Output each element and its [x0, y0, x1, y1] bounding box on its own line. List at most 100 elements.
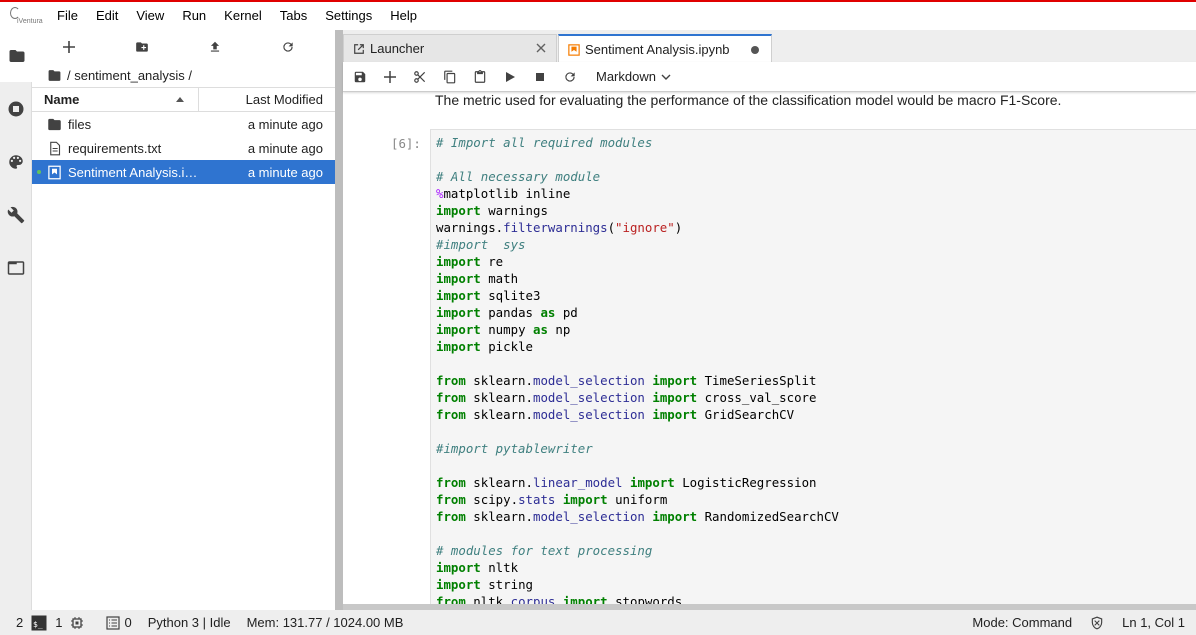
file-row-notebook[interactable]: Sentiment Analysis.ipynb a minute ago — [32, 160, 335, 184]
sort-ascending-icon — [176, 97, 184, 102]
property-inspector-tab[interactable] — [0, 189, 32, 241]
file-name: requirements.txt — [68, 140, 162, 156]
code-editor[interactable]: # Import all required modules # All nece… — [430, 129, 1196, 606]
palette-icon — [9, 155, 23, 169]
copy-button[interactable] — [435, 62, 465, 92]
file-list: files a minute ago requirements.txt a mi… — [32, 112, 335, 184]
launcher-icon — [354, 43, 364, 54]
panel-splitter[interactable] — [335, 30, 343, 610]
upload-button[interactable] — [178, 30, 251, 63]
open-tabs-tab[interactable] — [0, 242, 32, 294]
refresh-icon — [282, 41, 293, 52]
kernels-count[interactable]: 1 — [55, 615, 84, 630]
tab-label: Sentiment Analysis.ipynb — [585, 42, 730, 57]
code-text: # Import all required modules # All nece… — [436, 135, 839, 606]
memory-usage: Mem: 131.77 / 1024.00 MB — [246, 615, 404, 630]
save-button[interactable] — [345, 62, 375, 92]
activity-bar — [0, 30, 33, 610]
last-modified-column-header[interactable]: Last Modified — [199, 92, 335, 107]
menu-tabs[interactable]: Tabs — [271, 2, 316, 30]
paste-button[interactable] — [465, 62, 495, 92]
cut-button[interactable] — [405, 62, 435, 92]
cell-type-label: Markdown — [596, 69, 656, 84]
terminals-count[interactable]: 2 $_ — [16, 615, 47, 631]
running-icon — [8, 101, 24, 117]
file-modified: a minute ago — [247, 140, 323, 156]
notebook-content: The metric used for evaluating the perfo… — [343, 92, 1196, 606]
paste-icon — [474, 69, 486, 83]
app-logo: iVentura — [0, 2, 48, 30]
upload-icon — [210, 41, 219, 52]
command-palette-tab[interactable] — [0, 136, 32, 188]
plus-icon — [62, 40, 75, 53]
running-indicator — [37, 170, 41, 174]
unsaved-indicator-icon[interactable] — [751, 46, 759, 54]
notebook-mode: Mode: Command — [972, 615, 1073, 630]
tab-notebook[interactable]: Sentiment Analysis.ipynb — [558, 34, 772, 63]
markdown-cell-output: The metric used for evaluating the perfo… — [435, 92, 1062, 108]
interrupt-button[interactable] — [525, 62, 555, 92]
insert-cell-button[interactable] — [375, 62, 405, 92]
list-icon — [106, 615, 121, 630]
file-row-requirements[interactable]: requirements.txt a minute ago — [32, 136, 335, 160]
execution-prompt: [6]: — [391, 136, 421, 151]
menu-run[interactable]: Run — [173, 2, 215, 30]
run-button[interactable] — [495, 62, 525, 92]
terminal-icon: $_ — [31, 615, 47, 630]
copy-icon — [444, 70, 456, 83]
name-column-header[interactable]: Name — [32, 88, 199, 111]
wrench-icon — [7, 206, 25, 224]
new-folder-button[interactable] — [105, 30, 178, 63]
kernel-status[interactable]: Python 3 | Idle — [148, 615, 231, 630]
tab-bar: Launcher Sentiment Analysis.ipynb — [343, 30, 1196, 63]
folder-icon — [47, 118, 61, 130]
file-modified: a minute ago — [247, 164, 323, 180]
restart-button[interactable] — [555, 62, 585, 92]
play-icon — [506, 71, 515, 82]
cell-type-dropdown[interactable]: Markdown — [596, 69, 671, 84]
notebook-icon — [47, 165, 61, 179]
file-name: files — [68, 116, 92, 132]
file-browser-toolbar — [32, 30, 335, 63]
scissors-icon — [414, 70, 426, 83]
notebook-toolbar: Markdown — [343, 62, 1196, 92]
logo-text: iVentura — [17, 18, 43, 25]
log-console-indicator[interactable]: 0 — [106, 615, 132, 630]
file-modified: a minute ago — [247, 116, 323, 132]
tabs-icon — [7, 261, 25, 275]
menu-view[interactable]: View — [127, 2, 173, 30]
folder-icon[interactable] — [47, 69, 62, 82]
chevron-down-icon — [661, 74, 671, 80]
file-row-files[interactable]: files a minute ago — [32, 112, 335, 136]
tab-label: Launcher — [370, 41, 425, 56]
shield-icon — [1091, 616, 1103, 629]
menu-bar: iVentura File Edit View Run Kernel Tabs … — [0, 2, 1196, 30]
stop-icon — [536, 72, 544, 81]
breadcrumb-path[interactable]: / sentiment_analysis / — [67, 68, 192, 83]
refresh-icon — [565, 71, 575, 82]
trust-indicator[interactable] — [1090, 616, 1104, 630]
file-browser: / sentiment_analysis / Name Last Modifie… — [32, 30, 335, 610]
refresh-button[interactable] — [251, 30, 324, 63]
file-icon — [49, 141, 60, 155]
tab-launcher[interactable]: Launcher — [343, 34, 557, 62]
save-icon — [354, 71, 366, 82]
notebook-icon — [568, 43, 580, 56]
new-launcher-button[interactable] — [32, 30, 105, 63]
running-sessions-tab[interactable] — [0, 83, 32, 135]
menu-settings[interactable]: Settings — [316, 2, 381, 30]
menu-help[interactable]: Help — [381, 2, 426, 30]
status-bar: 2 $_ 1 0 Python 3 | Idle Mem: 131.77 / 1… — [0, 610, 1196, 635]
main-area: Launcher Sentiment Analysis.ipynb Markdo… — [343, 30, 1196, 610]
new-folder-icon — [135, 41, 148, 52]
kernel-chip-icon — [71, 616, 84, 629]
folder-icon — [9, 50, 24, 62]
menu-edit[interactable]: Edit — [87, 2, 127, 30]
plus-icon — [384, 70, 396, 83]
svg-text:$_: $_ — [33, 620, 43, 629]
menu-kernel[interactable]: Kernel — [215, 2, 271, 30]
menu-file[interactable]: File — [48, 2, 87, 30]
file-browser-tab[interactable] — [0, 30, 33, 82]
cursor-position[interactable]: Ln 1, Col 1 — [1122, 615, 1185, 630]
close-icon[interactable] — [536, 43, 546, 53]
